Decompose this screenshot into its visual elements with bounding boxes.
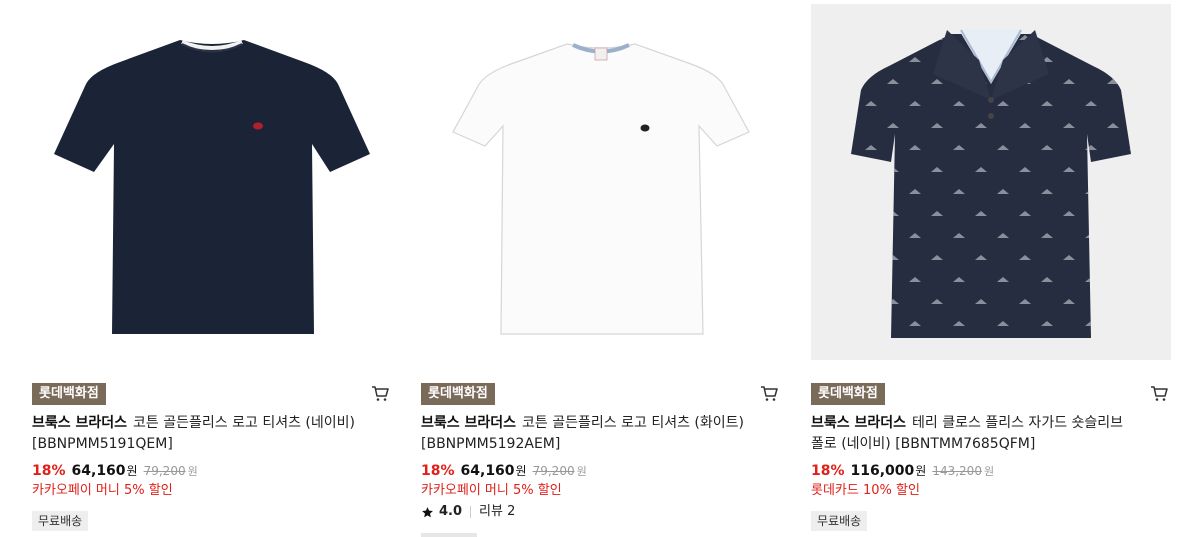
product-image[interactable] xyxy=(32,4,392,360)
promo-text: 카카오페이 머니 5% 할인 xyxy=(32,483,173,498)
product-image[interactable] xyxy=(421,4,781,360)
rating-row: 4.0 리뷰 2 xyxy=(421,503,515,521)
original-price: 143,200 xyxy=(932,464,982,478)
navy-tshirt-image xyxy=(54,40,370,334)
product-title[interactable]: 브룩스 브라더스 코튼 골든플리스 로고 티셔츠 (네이비) [BBNPMM519… xyxy=(32,413,392,455)
product-image[interactable] xyxy=(811,4,1171,360)
currency-label: 원 xyxy=(576,465,587,478)
star-icon xyxy=(422,506,433,517)
cart-icon[interactable] xyxy=(1149,383,1169,403)
cart-icon[interactable] xyxy=(759,383,779,403)
brand-name: 브룩스 브라더스 xyxy=(421,415,517,431)
cart-icon[interactable] xyxy=(370,383,390,403)
promo-text: 롯데카드 10% 할인 xyxy=(811,483,920,498)
divider xyxy=(470,506,472,518)
original-price: 79,200 xyxy=(532,464,575,478)
currency-label: 원 xyxy=(126,464,138,478)
product-name: 코튼 골든플리스 로고 티셔츠 (네이비) xyxy=(133,415,355,431)
original-price: 79,200 xyxy=(143,464,186,478)
review-count: 리뷰 2 xyxy=(479,504,516,519)
price-row: 18% 64,160원 79,200 원 xyxy=(32,462,198,481)
brand-name: 브룩스 브라더스 xyxy=(811,415,907,431)
promo-text: 카카오페이 머니 5% 할인 xyxy=(421,483,562,498)
product-title[interactable]: 브룩스 브라더스 코튼 골든플리스 로고 티셔츠 (화이트) [BBNPMM519… xyxy=(421,413,781,455)
store-badge: 롯데백화점 xyxy=(811,383,885,405)
rating-score: 4.0 xyxy=(439,504,463,519)
product-card[interactable]: 롯데백화점 브룩스 브라더스 코튼 골든플리스 로고 티셔츠 (네이비) [BBN… xyxy=(32,0,392,537)
free-shipping-badge: 무료배송 xyxy=(811,511,868,531)
sale-price: 116,000 xyxy=(850,463,915,479)
discount-rate: 18% xyxy=(421,463,455,479)
sale-price: 64,160 xyxy=(460,463,515,479)
product-card[interactable]: 롯데백화점 브룩스 브라더스 테리 클로스 플리스 자가드 숏슬리브 폴로 (네이… xyxy=(811,0,1171,537)
white-tshirt-image xyxy=(452,43,750,335)
price-row: 18% 116,000원 143,200 원 xyxy=(811,462,994,481)
badge-placeholder xyxy=(421,533,477,537)
brand-name: 브룩스 브라더스 xyxy=(32,415,128,431)
product-code: 폴로 (네이비) [BBNTMM7685QFM] xyxy=(811,436,1036,452)
discount-rate: 18% xyxy=(32,463,66,479)
currency-label: 원 xyxy=(515,464,527,478)
product-name: 테리 클로스 플리스 자가드 숏슬리브 xyxy=(912,415,1124,431)
navy-polo-image xyxy=(851,29,1131,338)
price-row: 18% 64,160원 79,200 원 xyxy=(421,462,587,481)
sale-price: 64,160 xyxy=(71,463,126,479)
product-card[interactable]: 롯데백화점 브룩스 브라더스 코튼 골든플리스 로고 티셔츠 (화이트) [BBN… xyxy=(421,0,781,537)
currency-label: 원 xyxy=(187,465,198,478)
currency-label: 원 xyxy=(915,464,927,478)
product-code: [BBNPMM5191QEM] xyxy=(32,436,173,452)
product-code: [BBNPMM5192AEM] xyxy=(421,436,561,452)
product-title[interactable]: 브룩스 브라더스 테리 클로스 플리스 자가드 숏슬리브 폴로 (네이비) [BB… xyxy=(811,413,1171,455)
currency-label: 원 xyxy=(983,465,995,478)
product-name: 코튼 골든플리스 로고 티셔츠 (화이트) xyxy=(522,415,744,431)
free-shipping-badge: 무료배송 xyxy=(32,511,89,531)
discount-rate: 18% xyxy=(811,463,845,479)
store-badge: 롯데백화점 xyxy=(421,383,495,405)
store-badge: 롯데백화점 xyxy=(32,383,106,405)
